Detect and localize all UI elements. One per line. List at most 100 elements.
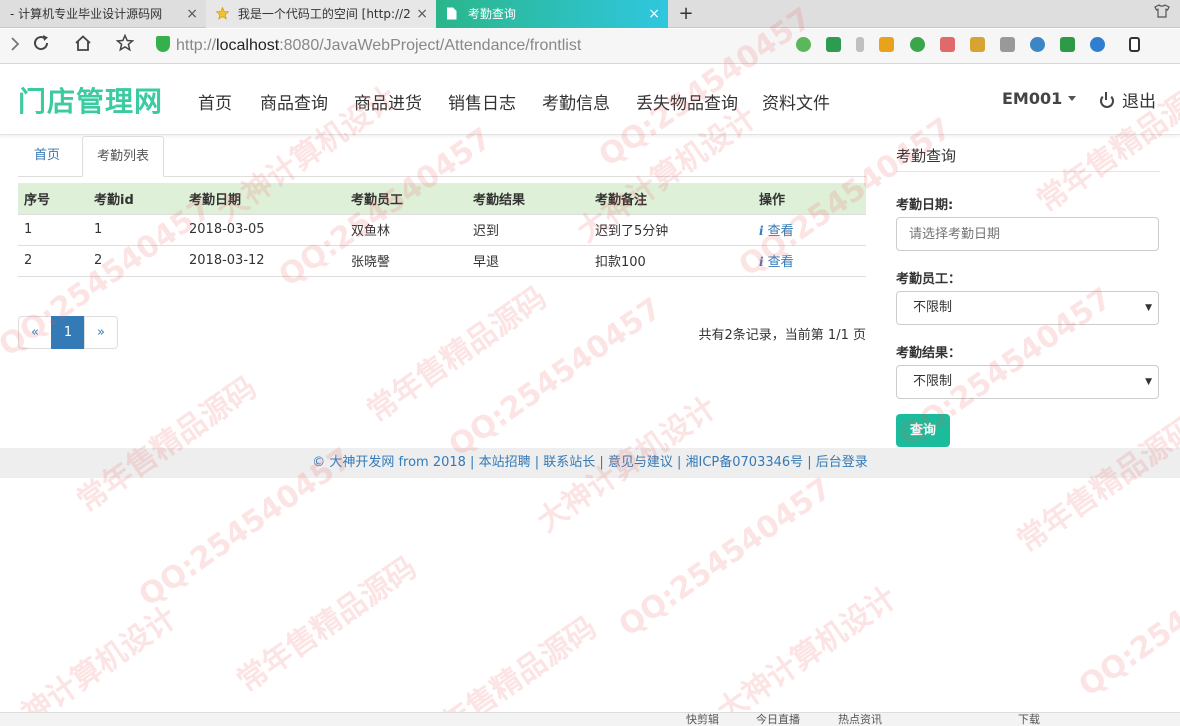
url-input[interactable]: http://localhost:8080/JavaWebProject/Att… (156, 32, 866, 60)
watermark-text: 大神计算机设计 (710, 580, 904, 726)
browser-tab-title: 考勤查询 (467, 7, 516, 21)
extension-icon[interactable] (796, 37, 811, 52)
col-header: 操作 (753, 183, 866, 214)
watermark-text: QQ:254540457 (1072, 531, 1180, 704)
status-download[interactable]: 下载 (1018, 713, 1040, 726)
watermark-text: 大神计算机设计 (0, 600, 184, 726)
page-icon (446, 2, 459, 20)
page-next[interactable]: » (84, 316, 118, 349)
username: EM001 (1002, 89, 1063, 108)
user-dropdown[interactable]: EM001 (1002, 89, 1077, 108)
watermark-text: 常年售精品源码 (410, 610, 604, 726)
translate-icon[interactable] (939, 37, 955, 52)
page-1[interactable]: 1 (51, 316, 85, 349)
nav-lost-items[interactable]: 丢失物品查询 (636, 89, 738, 114)
result-select[interactable]: 不限制 ▼ (896, 365, 1159, 399)
col-header: 考勤日期 (183, 183, 345, 214)
col-header: 考勤结果 (467, 183, 589, 214)
info-icon: i (759, 255, 764, 269)
chevron-down-icon[interactable] (856, 37, 865, 52)
browser-tab-2[interactable]: 我是一个代码工的空间 [http://2 × (206, 0, 436, 28)
cell-index: 1 (18, 213, 88, 245)
zoom-icon[interactable] (1030, 37, 1046, 52)
cell-date: 2018-03-12 (183, 244, 345, 277)
col-header: 考勤id (88, 183, 183, 214)
nav-home[interactable]: 首页 (198, 89, 232, 114)
apps-icon[interactable] (879, 37, 895, 52)
close-tab-icon[interactable]: × (186, 0, 198, 28)
lightning-icon[interactable] (826, 37, 842, 52)
page-prev[interactable]: « (18, 316, 52, 349)
col-header: 考勤备注 (589, 183, 753, 214)
result-label: 考勤结果： (896, 346, 962, 361)
site-footer[interactable]: © 大神开发网 from 2018 | 本站招聘 | 联系站长 | 意见与建议 … (0, 448, 1180, 478)
attendance-table: 序号 考勤id 考勤日期 考勤员工 考勤结果 考勤备注 操作 1 1 2018-… (18, 183, 866, 277)
address-bar: http://localhost:8080/JavaWebProject/Att… (0, 29, 1180, 64)
shirt-icon[interactable] (1152, 4, 1172, 24)
home-icon[interactable] (70, 34, 96, 60)
result-select-value: 不限制 (913, 374, 953, 389)
watermark-text: 常年售精品源码 (70, 370, 264, 520)
cell-result: 迟到 (467, 213, 589, 245)
money-icon[interactable] (909, 37, 925, 52)
date-label: 考勤日期: (896, 198, 954, 213)
cell-result: 早退 (467, 244, 589, 277)
power-icon (1100, 92, 1114, 108)
date-input[interactable] (896, 217, 1159, 251)
view-link[interactable]: i 查看 (759, 224, 794, 239)
nav-sales-log[interactable]: 销售日志 (448, 89, 516, 114)
table-row: 2 2 2018-03-12 张晓謦 早退 扣款100 i 查看 (18, 244, 866, 277)
secure-shield-icon (156, 36, 170, 52)
forward-icon[interactable] (2, 34, 28, 60)
nav-product-query[interactable]: 商品查询 (260, 89, 328, 114)
status-clip[interactable]: 快剪辑 (686, 713, 719, 726)
cell-id: 1 (88, 213, 183, 245)
status-news[interactable]: 热点资讯 (838, 713, 882, 726)
pagination-info: 共有2条记录，当前第 1/1 页 (698, 328, 866, 343)
browser-tab-active[interactable]: 考勤查询 × (436, 0, 668, 28)
caret-down-icon (1068, 96, 1077, 101)
status-live[interactable]: 今日直播 (756, 713, 800, 726)
watermark-text: QQ:254540457 (442, 291, 669, 464)
query-button[interactable]: 查询 (896, 414, 950, 447)
bookmark-star-icon[interactable] (112, 33, 138, 60)
table-row: 1 1 2018-03-05 双鱼林 迟到 迟到了5分钟 i 查看 (18, 213, 866, 245)
browser-status-bar: 快剪辑 今日直播 热点资讯 下载 (0, 712, 1180, 726)
cell-date: 2018-03-05 (183, 213, 345, 245)
close-tab-icon[interactable]: × (416, 0, 428, 28)
site-navbar: 门店管理网 首页 商品查询 商品进货 销售日志 考勤信息 丢失物品查询 资料文件… (0, 65, 1180, 135)
brand-logo[interactable]: 门店管理网 (18, 80, 163, 120)
screenshot-icon[interactable] (969, 37, 985, 52)
content-tabs: 首页 考勤列表 (18, 136, 866, 177)
nav-attendance[interactable]: 考勤信息 (542, 89, 610, 114)
new-tab-button[interactable]: + (676, 0, 696, 28)
cell-action: i 查看 (753, 244, 866, 277)
browser-tab-title: 我是一个代码工的空间 [http://2 (237, 7, 411, 21)
logout-link[interactable]: 退出 (1100, 87, 1156, 112)
col-header: 考勤员工 (345, 183, 467, 214)
cell-note: 迟到了5分钟 (589, 213, 753, 245)
triangle-down-icon: ▼ (1145, 303, 1152, 313)
logout-label: 退出 (1122, 92, 1156, 112)
nav-files[interactable]: 资料文件 (762, 89, 830, 114)
sidebar-title: 考勤查询 (896, 145, 1160, 172)
game-icon[interactable] (999, 37, 1015, 52)
tab-home[interactable]: 首页 (20, 136, 74, 177)
employee-select[interactable]: 不限制 ▼ (896, 291, 1159, 325)
cell-note: 扣款100 (589, 244, 753, 277)
browser-tab-1[interactable]: - 计算机专业毕业设计源码网 × (0, 0, 206, 28)
phone-icon[interactable] (1128, 37, 1140, 52)
cell-action: i 查看 (753, 213, 866, 245)
close-tab-icon[interactable]: × (648, 0, 660, 28)
col-header: 序号 (18, 183, 88, 214)
minus-icon[interactable] (1090, 37, 1106, 52)
tab-attendance-list[interactable]: 考勤列表 (82, 136, 165, 177)
book-icon[interactable] (1060, 37, 1076, 52)
reload-icon[interactable] (28, 34, 54, 60)
watermark-text: 常年售精品源码 (230, 550, 424, 700)
cell-employee: 张晓謦 (345, 244, 467, 277)
nav-product-purchase[interactable]: 商品进货 (354, 89, 422, 114)
employee-select-value: 不限制 (913, 300, 953, 315)
pagination: « 1 » (18, 316, 118, 350)
view-link[interactable]: i 查看 (759, 255, 794, 270)
